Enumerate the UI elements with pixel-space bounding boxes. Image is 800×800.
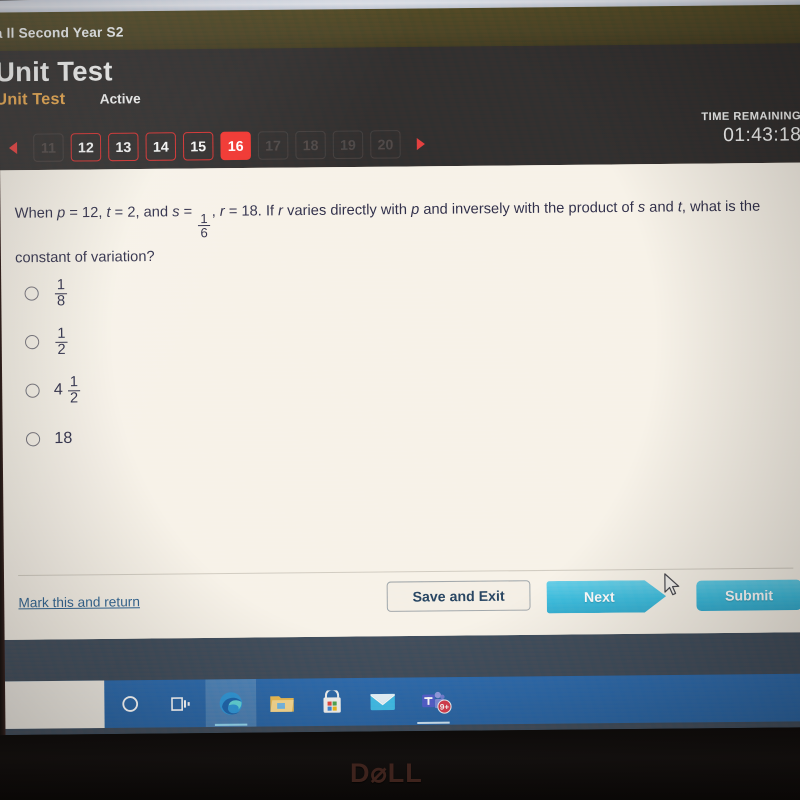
question-r-eq: = 18. If: [224, 203, 279, 220]
question-panel: When p = 12, t = 2, and s = 16, r = 18. …: [0, 162, 800, 640]
question-pill-11[interactable]: 11: [33, 133, 64, 162]
question-and: and: [645, 199, 678, 216]
fraction-a: 1 8: [54, 276, 68, 309]
question-pill-14[interactable]: 14: [145, 132, 177, 161]
question-pill-15[interactable]: 15: [182, 131, 214, 161]
question-text: When p = 12, t = 2, and s = 16, r = 18. …: [15, 189, 791, 275]
page-title: Unit Test: [0, 55, 113, 88]
dell-brand-logo: D⌀LL: [350, 758, 423, 788]
question-pill-12[interactable]: 12: [70, 132, 102, 162]
browser-viewport: a ll Second Year S2 Unit Test Unit Test …: [0, 0, 800, 640]
teams-notification-badge: 9+: [437, 699, 452, 714]
question-mid-2: and inversely with the product of: [419, 199, 638, 218]
radio-button-c[interactable]: [25, 383, 40, 398]
fraction-a-numerator: 1: [56, 276, 66, 294]
test-header: Unit Test Unit Test Active 11 12 13 14 1…: [0, 43, 800, 171]
submit-button[interactable]: Submit: [696, 579, 800, 611]
var-p: p: [57, 205, 66, 222]
answer-option-a[interactable]: 1 8: [17, 265, 422, 317]
edge-browser-icon[interactable]: [205, 678, 257, 728]
question-pill-strip: 11 12 13 14 15 16 17 18 19 20: [0, 126, 434, 167]
next-button[interactable]: Next: [547, 580, 667, 614]
question-pill-18[interactable]: 18: [295, 130, 326, 160]
answer-c-whole: 4: [53, 381, 63, 399]
fraction-one-sixth: 16: [198, 210, 210, 240]
time-remaining-label: TIME REMAINING: [701, 110, 800, 124]
answer-label-c: 4 1 2: [53, 373, 83, 406]
question-pill-19[interactable]: 19: [332, 130, 364, 160]
question-p-eq: = 12,: [65, 204, 107, 222]
question-r-lead: ,: [211, 203, 220, 220]
fraction-c-numerator: 1: [69, 373, 79, 391]
fraction-c: 1 2: [67, 373, 81, 406]
mail-icon[interactable]: [357, 678, 408, 726]
question-pill-16[interactable]: 16: [220, 131, 251, 161]
answer-option-b[interactable]: 1 2: [18, 314, 423, 366]
time-remaining: TIME REMAINING 01:43:18: [701, 110, 800, 147]
answer-option-d[interactable]: 18: [19, 411, 424, 463]
var-s: s: [172, 204, 180, 221]
microsoft-teams-icon[interactable]: 9+: [408, 677, 459, 725]
fraction-a-denominator: 8: [54, 292, 68, 309]
file-explorer-icon[interactable]: [256, 679, 307, 727]
answer-label-a: 1 8: [53, 276, 70, 309]
question-t-eq: = 2, and: [110, 204, 173, 221]
next-question-arrow-icon[interactable]: [408, 130, 435, 159]
tab-status-active: Active: [99, 91, 141, 107]
cortana-icon[interactable]: [104, 680, 155, 728]
monitor-photo: D⌀LL a ll Second Year S2 Unit Test Unit …: [0, 0, 800, 800]
question-pill-13[interactable]: 13: [108, 132, 139, 162]
save-and-exit-button[interactable]: Save and Exit: [386, 579, 531, 612]
fraction-numerator: 1: [200, 210, 208, 226]
question-mid: varies directly with: [282, 201, 412, 220]
course-title: a ll Second Year S2: [0, 23, 124, 41]
question-pill-20[interactable]: 20: [370, 130, 401, 159]
windows-taskbar: 9+: [0, 673, 800, 730]
var-p-2: p: [410, 201, 420, 219]
fraction-b: 1 2: [55, 325, 68, 358]
radio-button-a[interactable]: [24, 286, 39, 301]
mark-this-and-return-link[interactable]: Mark this and return: [18, 594, 140, 610]
task-view-icon[interactable]: [155, 679, 206, 727]
answer-d-whole: 18: [54, 429, 73, 448]
fraction-denominator: 6: [198, 224, 210, 240]
screen-area: a ll Second Year S2 Unit Test Unit Test …: [0, 0, 800, 736]
prev-question-arrow-icon[interactable]: [0, 134, 26, 163]
radio-button-b[interactable]: [24, 334, 40, 350]
action-button-group: Save and Exit Next Submit: [386, 572, 800, 615]
fraction-c-denominator: 2: [67, 389, 81, 406]
radio-button-d[interactable]: [25, 432, 41, 447]
question-part-1: When: [14, 205, 58, 222]
tab-bar: Unit Test Active: [0, 90, 141, 110]
answer-option-c[interactable]: 4 1 2: [18, 363, 423, 415]
microsoft-store-icon[interactable]: [307, 678, 358, 726]
question-pill-17[interactable]: 17: [257, 131, 289, 160]
tab-unit-test[interactable]: Unit Test: [0, 91, 65, 110]
answer-options: 1 8 1 2 4 1 2 18: [17, 265, 424, 463]
fraction-b-numerator: 1: [57, 325, 66, 342]
taskbar-search-box[interactable]: [0, 680, 105, 730]
question-s-eq: =: [179, 203, 197, 221]
time-remaining-value: 01:43:18: [723, 124, 800, 147]
answer-label-d: 18: [54, 430, 75, 448]
answer-label-b: 1 2: [53, 325, 70, 358]
fraction-b-denominator: 2: [55, 341, 68, 358]
